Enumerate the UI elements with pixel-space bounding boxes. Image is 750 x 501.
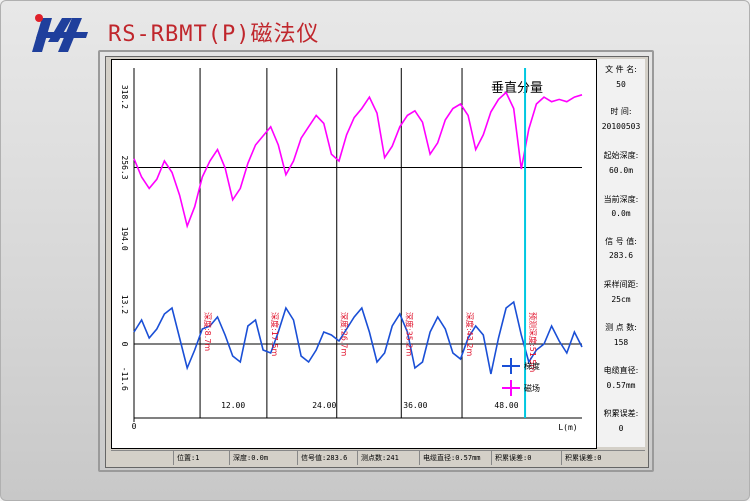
error-value: 0 (618, 424, 624, 433)
info-panel: 文 件 名: 50 时 间: 20100503 起始深度: 60.0m 当前深度… (597, 59, 645, 447)
upper-tick-label: 194.0 (120, 227, 129, 251)
chart-area: 318.2 256.3 194.0 13.2 0 -11.6 0 12.00 24.00 36.0… (111, 59, 597, 449)
legend-label-field: 磁场 (524, 383, 540, 393)
x-axis-label: L(m) (558, 423, 577, 432)
status-signal: 信号值:283.6 (297, 451, 357, 465)
upper-tick-label: 318.2 (120, 85, 129, 109)
points-value: 158 (613, 338, 629, 347)
gradient-line (133, 300, 583, 375)
device-title: RS-RBMT(P)磁法仪 (108, 22, 320, 47)
current-depth-value: 0.0m (611, 209, 631, 218)
x-tick-label: 0 (132, 422, 137, 431)
cable-value: 0.57mm (606, 381, 636, 390)
legend-label-gradient: 梯度 (524, 361, 540, 371)
status-bar: 位置:1 深度:0.0m 信号值:283.6 测点数:241 电缆直径:0.57… (111, 450, 645, 465)
x-tick-label: 24.00 (312, 401, 336, 410)
depth-label-1: 深度:17.5m (270, 312, 280, 357)
chart-title: 垂直分量 (491, 81, 543, 96)
signal-label: 信 号 值: (605, 237, 637, 246)
status-depth: 深度:0.0m (229, 451, 297, 465)
file-name-label: 文 件 名: (605, 65, 637, 74)
start-depth-value: 60.0m (608, 166, 634, 175)
upper-tick-label: 256.3 (120, 155, 129, 179)
depth-label-0: 深度:8.7m (203, 312, 213, 351)
status-position: 位置:1 (173, 451, 229, 465)
x-tick-label: 36.00 (403, 401, 427, 410)
depth-label-4: 深度:43.2m (465, 312, 475, 357)
points-label: 测 点 数: (605, 323, 637, 332)
status-error-2: 积累误差:0 (561, 451, 645, 465)
lower-tick-label: 13.2 (120, 295, 129, 314)
sample-interval-value: 25cm (611, 295, 631, 304)
start-depth-label: 起始深度: (603, 151, 639, 160)
depth-label-3: 深度:35.2m (404, 312, 414, 357)
x-tick-label: 48.00 (494, 401, 518, 410)
status-cable: 电缆直径:0.57mm (419, 451, 491, 465)
lower-tick-label: 0 (120, 342, 129, 347)
error-label: 积累误差: (603, 409, 639, 418)
status-points: 测点数:241 (357, 451, 419, 465)
brand-logo (32, 14, 88, 52)
lower-tick-label: -11.6 (120, 367, 129, 391)
current-depth-label: 当前深度: (603, 195, 639, 204)
time-value: 20100503 (601, 122, 641, 131)
depth-label-2: 深度:26.7m (340, 312, 350, 357)
magnetic-field-line (133, 91, 583, 229)
signal-value: 283.6 (608, 251, 634, 260)
magnetometer-chart: 318.2 256.3 194.0 13.2 0 -11.6 0 12.00 24.00 36.0… (120, 68, 583, 432)
status-error-1: 积累误差:0 (491, 451, 561, 465)
cable-label: 电缆直径: (603, 366, 639, 375)
sample-interval-label: 采样间距: (603, 280, 639, 289)
file-name-value: 50 (616, 80, 626, 89)
x-tick-label: 12.00 (221, 401, 245, 410)
time-label: 时 间: (610, 107, 632, 116)
